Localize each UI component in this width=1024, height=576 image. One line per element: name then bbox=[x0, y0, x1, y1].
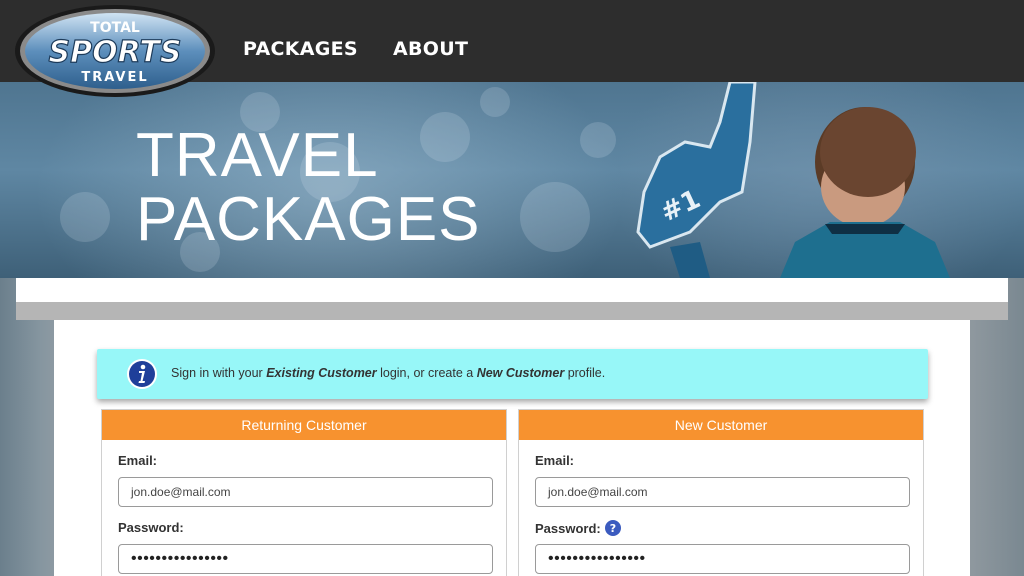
returning-customer-form: Returning Customer Email: jon.doe@mail.c… bbox=[101, 409, 507, 576]
returning-customer-header: Returning Customer bbox=[102, 410, 506, 440]
info-alert-text: Sign in with your Existing Customer logi… bbox=[171, 366, 606, 380]
question-icon[interactable]: ? bbox=[604, 520, 621, 536]
returning-password-input[interactable]: •••••••••••••••• bbox=[118, 544, 493, 574]
returning-email-label: Email: bbox=[118, 453, 158, 468]
fan-with-foam-finger-image: #1 bbox=[636, 82, 950, 278]
info-icon bbox=[127, 359, 157, 389]
hero-banner: TRAVEL PACKAGES #1 bbox=[0, 82, 1024, 278]
new-email-input[interactable]: jon.doe@mail.com bbox=[535, 477, 910, 507]
new-customer-emphasis: New Customer bbox=[476, 366, 565, 380]
new-password-input[interactable]: •••••••••••••••• bbox=[535, 544, 910, 574]
content-top-strip bbox=[16, 278, 1008, 302]
hero-title: TRAVEL PACKAGES bbox=[136, 124, 481, 252]
svg-text:?: ? bbox=[610, 522, 616, 535]
new-password-label-row: Password:? bbox=[535, 520, 621, 536]
content-divider bbox=[16, 302, 1008, 320]
new-password-label: Password: bbox=[535, 521, 601, 536]
logo-travel: TRAVEL bbox=[81, 70, 148, 85]
logo-sports: SPORTS bbox=[49, 35, 182, 70]
existing-customer-emphasis: Existing Customer bbox=[266, 366, 377, 380]
returning-password-label: Password: bbox=[118, 520, 184, 535]
returning-email-input[interactable]: jon.doe@mail.com bbox=[118, 477, 493, 507]
total-sports-travel-logo[interactable]: TOTAL SPORTS TRAVEL bbox=[14, 4, 216, 98]
hero-title-line2: PACKAGES bbox=[136, 185, 481, 254]
new-customer-header: New Customer bbox=[519, 410, 923, 440]
top-navigation-bar: TOTAL SPORTS TRAVEL PACKAGES ABOUT bbox=[0, 0, 1024, 97]
new-email-label: Email: bbox=[535, 453, 575, 468]
hero-title-line1: TRAVEL bbox=[136, 121, 379, 190]
nav-about-link[interactable]: ABOUT bbox=[393, 38, 468, 60]
logo-total: TOTAL bbox=[90, 20, 140, 36]
new-customer-form: New Customer Email: jon.doe@mail.com Pas… bbox=[518, 409, 924, 576]
nav-packages-link[interactable]: PACKAGES bbox=[243, 38, 358, 60]
info-alert: Sign in with your Existing Customer logi… bbox=[97, 349, 928, 399]
